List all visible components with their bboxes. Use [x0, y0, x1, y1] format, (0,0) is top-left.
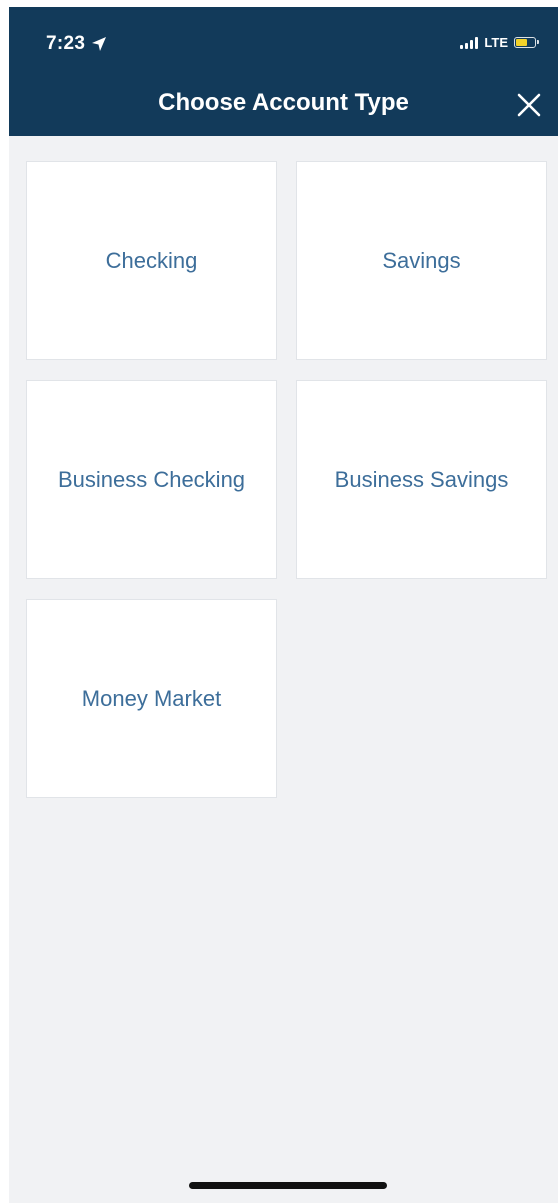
account-type-label: Money Market — [81, 685, 222, 711]
home-indicator[interactable] — [189, 1182, 387, 1189]
account-type-label: Business Checking — [57, 466, 246, 492]
app-header: 7:23 LTE Choose Account Type — [9, 7, 558, 136]
app-screen: 7:23 LTE Choose Account Type Checking Sa… — [9, 7, 558, 1203]
close-icon — [517, 93, 541, 117]
account-type-label: Business Savings — [334, 466, 509, 492]
status-bar-time: 7:23 — [46, 33, 107, 55]
account-type-tile-money-market[interactable]: Money Market — [26, 599, 277, 798]
account-type-tile-checking[interactable]: Checking — [26, 161, 277, 360]
account-type-tile-savings[interactable]: Savings — [296, 161, 547, 360]
battery-icon — [514, 37, 539, 48]
cellular-signal-icon — [460, 36, 479, 49]
close-button[interactable] — [514, 90, 544, 120]
status-time-text: 7:23 — [46, 33, 86, 54]
location-arrow-icon — [92, 37, 107, 51]
account-type-tile-business-checking[interactable]: Business Checking — [26, 380, 277, 579]
account-type-label: Checking — [105, 247, 198, 273]
network-type-label: LTE — [484, 35, 508, 50]
page-title: Choose Account Type — [158, 89, 409, 116]
account-type-tile-business-savings[interactable]: Business Savings — [296, 380, 547, 579]
account-type-label: Savings — [382, 247, 461, 273]
status-bar-indicators: LTE — [460, 35, 539, 50]
